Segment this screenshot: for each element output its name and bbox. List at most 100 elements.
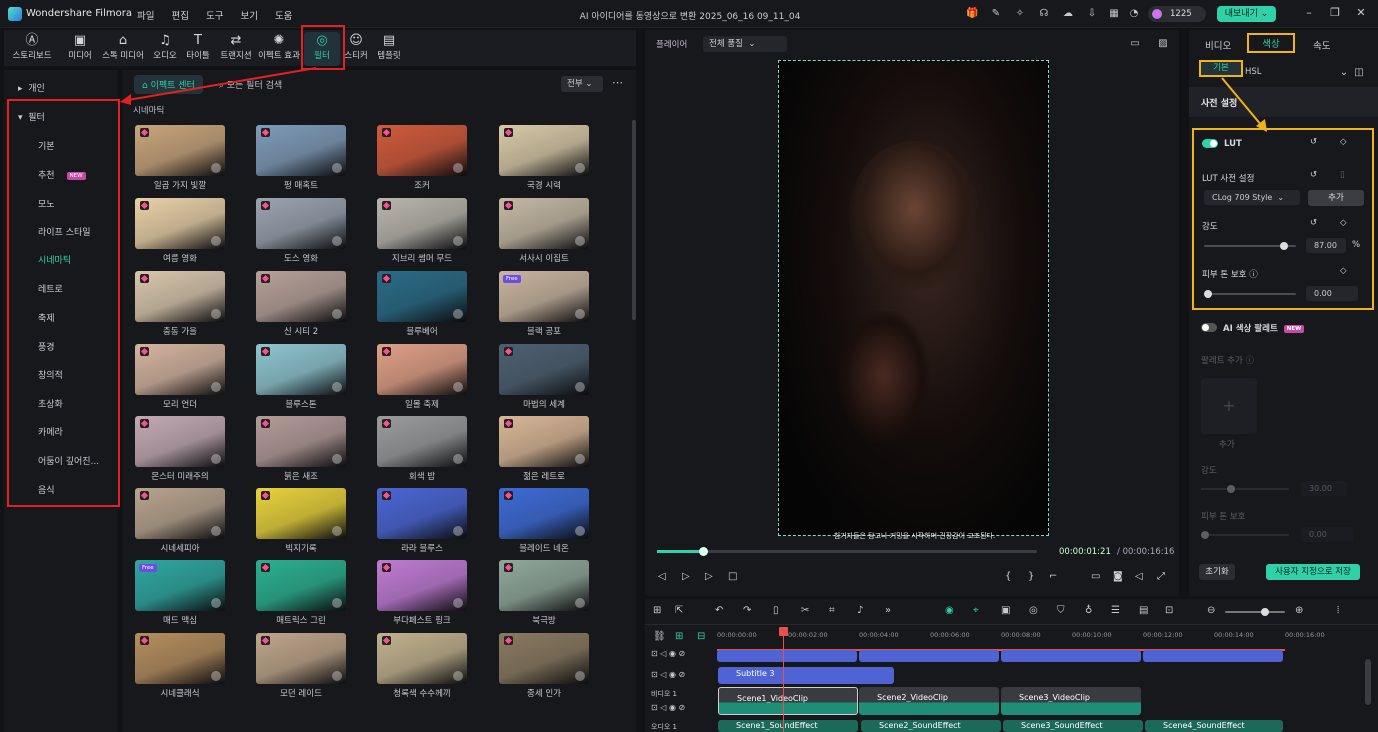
progress-handle[interactable] <box>698 547 708 556</box>
undo-icon[interactable]: ↶ <box>715 605 723 616</box>
filter-card[interactable]: 시네클래식 <box>135 633 225 699</box>
filter-card[interactable]: 부다페스트 핑크 <box>377 560 467 626</box>
reset-icon[interactable]: ↺ <box>1310 137 1317 147</box>
timeline-ruler[interactable]: 00:00:00:00 00:00:02:00 00:00:04:00 00:00:0… <box>717 629 1377 641</box>
download-icon[interactable] <box>332 309 342 319</box>
save-custom-button[interactable]: 사용자 지정으로 저장 <box>1266 564 1360 580</box>
sort-dropdown[interactable]: 전부 ⌄ <box>561 76 603 92</box>
download-icon[interactable] <box>575 163 585 173</box>
speaker-icon[interactable]: ◁ <box>660 670 666 679</box>
download-icon[interactable] <box>332 382 342 392</box>
zoom-slider[interactable] <box>1225 608 1285 616</box>
filter-card[interactable]: 지브리 썸머 무드 <box>377 198 467 264</box>
camera-icon[interactable]: ◙ <box>1113 571 1123 582</box>
compare-icon[interactable]: ◫ <box>1353 67 1365 79</box>
feedback-icon[interactable]: ✎ <box>990 8 1002 20</box>
skin-tone-handle[interactable] <box>1204 290 1212 298</box>
add-lut-button[interactable]: 추가 <box>1308 190 1364 206</box>
skin-tone-slider[interactable] <box>1204 290 1296 298</box>
stop-icon[interactable]: □ <box>728 571 737 582</box>
tool-transition[interactable]: ⇄ 트랜지션 <box>216 32 256 66</box>
crop-icon[interactable]: ⌗ <box>829 605 835 616</box>
filter-card[interactable]: 조커 <box>377 125 467 191</box>
download-icon[interactable] <box>453 454 463 464</box>
skin-tone-value[interactable]: 0.00 <box>1306 286 1358 301</box>
filter-card[interactable]: 일몰 축제 <box>377 344 467 410</box>
download-icon[interactable] <box>453 163 463 173</box>
microphone-icon[interactable]: ♁ <box>1085 605 1092 616</box>
delete-clip-icon[interactable]: ▯ <box>773 605 779 616</box>
select-tool-icon[interactable]: ⇱ <box>675 605 683 616</box>
download-icon[interactable] <box>211 598 221 608</box>
track-manager-icon[interactable]: ⊟ <box>697 631 705 642</box>
strength-keyframe-icon[interactable]: ◇ <box>1340 218 1347 228</box>
download-icon[interactable]: ⇩ <box>1086 8 1098 20</box>
play-forward-icon[interactable]: ▷ <box>705 571 713 582</box>
filter-card[interactable]: 몬스터 미래주의 <box>135 416 225 482</box>
mute-icon[interactable]: ⊘ <box>678 649 685 658</box>
filter-card[interactable]: 젊은 레트로 <box>499 416 589 482</box>
link-icon[interactable]: ⛓ <box>653 631 666 642</box>
tool-audio[interactable]: ♫ 오디오 <box>150 32 180 66</box>
zoom-in-icon[interactable]: ⊕ <box>1295 605 1303 616</box>
video-clip-1[interactable]: Scene1_VideoClip <box>718 687 858 715</box>
filter-card[interactable]: 블루스톤 <box>256 344 346 410</box>
text-to-speech-icon[interactable]: ☰ <box>1111 605 1120 616</box>
lock-icon[interactable]: ⊡ <box>651 703 658 712</box>
filter-card[interactable]: 펑 매혹트 <box>256 125 346 191</box>
filter-card[interactable]: 국경 시력 <box>499 125 589 191</box>
strength-slider[interactable] <box>1204 242 1296 250</box>
speaker-icon[interactable]: ◁ <box>660 703 666 712</box>
filter-card[interactable]: 도스 영화 <box>256 198 346 264</box>
download-icon[interactable] <box>453 309 463 319</box>
notification-icon[interactable]: ◔ <box>1128 8 1140 20</box>
menu-view[interactable]: 보기 <box>240 8 257 22</box>
download-icon[interactable] <box>332 671 342 681</box>
compare-view-icon[interactable]: ▭ <box>1129 38 1141 50</box>
column-settings-icon[interactable]: ⦙ <box>1337 605 1339 616</box>
eye-icon[interactable]: ◉ <box>669 703 676 712</box>
tab-effect-center[interactable]: ⌂ 이펙트 센터 <box>134 74 203 94</box>
volume-icon[interactable]: ◁ <box>1135 571 1143 582</box>
eye-icon[interactable]: ◉ <box>669 649 676 658</box>
tab-video[interactable]: 비디오 <box>1205 38 1231 52</box>
filter-card[interactable]: 블레이드 네온 <box>499 488 589 554</box>
filter-card[interactable]: 여름 영화 <box>135 198 225 264</box>
audio-clip-2[interactable]: Scene2_SoundEffect <box>861 720 1001 732</box>
ai-palette-toggle[interactable] <box>1201 323 1217 332</box>
tool-storyboard[interactable]: Ⓐ 스토리보드 <box>10 32 54 66</box>
close-icon[interactable]: ✕ <box>1354 6 1368 20</box>
menu-help[interactable]: 도움 <box>275 8 292 22</box>
auto-play-icon[interactable]: ◎ <box>1029 605 1038 616</box>
filter-card[interactable]: 모던 레이드 <box>256 633 346 699</box>
download-icon[interactable] <box>211 236 221 246</box>
filter-card[interactable]: 빅지기록 <box>256 488 346 554</box>
lightbulb-icon[interactable]: ✧ <box>1014 8 1026 20</box>
download-icon[interactable] <box>575 671 585 681</box>
download-icon[interactable] <box>453 382 463 392</box>
redo-icon[interactable]: ↷ <box>743 605 751 616</box>
mark-out-icon[interactable]: } <box>1028 571 1034 582</box>
grid-apps-icon[interactable]: ▦ <box>1108 8 1120 20</box>
download-icon[interactable] <box>575 598 585 608</box>
download-icon[interactable] <box>575 309 585 319</box>
minimize-icon[interactable]: – <box>1302 6 1316 20</box>
speaker-icon[interactable]: ◁ <box>660 649 666 658</box>
mute-icon[interactable]: ⊘ <box>678 670 685 679</box>
download-icon[interactable] <box>211 671 221 681</box>
filter-card[interactable]: 마법의 세계 <box>499 344 589 410</box>
audio-clip-3[interactable]: Scene3_SoundEffect <box>1003 720 1143 732</box>
gift-icon[interactable]: 🎁 <box>966 8 978 20</box>
effect-clip[interactable] <box>717 650 857 662</box>
detach-icon[interactable]: ⊡ <box>1165 605 1173 616</box>
grid-scrollbar[interactable] <box>632 120 636 320</box>
filter-card[interactable]: 붉은 새조 <box>256 416 346 482</box>
tool-effects[interactable]: ✺ 이펙트 효과 <box>258 32 300 66</box>
lut-select[interactable]: CLog 709 Style ⌄ <box>1204 190 1300 205</box>
tool-sticker[interactable]: ☺ 스티커 <box>342 32 370 66</box>
download-icon[interactable] <box>575 526 585 536</box>
download-icon[interactable] <box>332 236 342 246</box>
tab-speed[interactable]: 속도 <box>1313 38 1330 52</box>
audio-stretch-icon[interactable]: ♪ <box>857 605 863 616</box>
reset-button[interactable]: 초기화 <box>1199 564 1235 580</box>
